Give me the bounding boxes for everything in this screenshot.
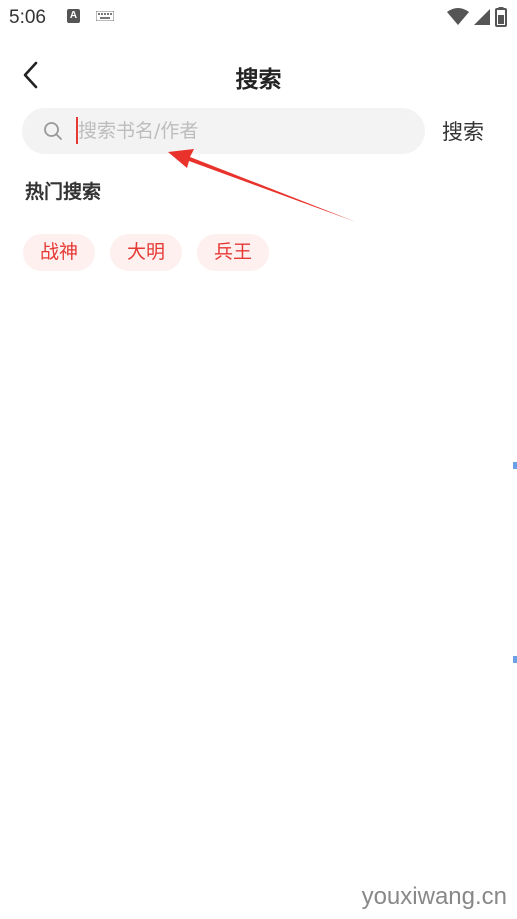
status-time: 5:06 bbox=[9, 7, 46, 28]
accessibility-a-icon: A bbox=[67, 9, 80, 23]
edge-artifact bbox=[513, 462, 517, 469]
keyboard-icon bbox=[96, 11, 114, 21]
edge-artifact bbox=[513, 656, 517, 663]
search-input[interactable] bbox=[78, 108, 408, 154]
watermark: youxiwang.cn bbox=[361, 883, 507, 910]
search-icon bbox=[44, 122, 62, 140]
app-header: 搜索 bbox=[0, 50, 517, 100]
wifi-icon bbox=[447, 8, 469, 25]
search-submit-button[interactable]: 搜索 bbox=[442, 116, 484, 146]
hot-search-title: 热门搜索 bbox=[25, 181, 102, 203]
hot-tag-daming[interactable]: 大明 bbox=[110, 234, 183, 271]
status-bar: 5:06 A bbox=[0, 0, 517, 36]
hot-search-tags: 战神 大明 兵王 bbox=[23, 234, 270, 271]
search-box[interactable] bbox=[22, 108, 425, 154]
search-row: 搜索 bbox=[22, 108, 502, 154]
battery-icon bbox=[495, 7, 507, 27]
hot-tag-bingwang[interactable]: 兵王 bbox=[197, 234, 270, 271]
cell-signal-icon bbox=[474, 9, 490, 25]
status-right-icons bbox=[447, 6, 507, 28]
page-title: 搜索 bbox=[235, 67, 282, 93]
hot-tag-zhanshen[interactable]: 战神 bbox=[23, 234, 96, 271]
